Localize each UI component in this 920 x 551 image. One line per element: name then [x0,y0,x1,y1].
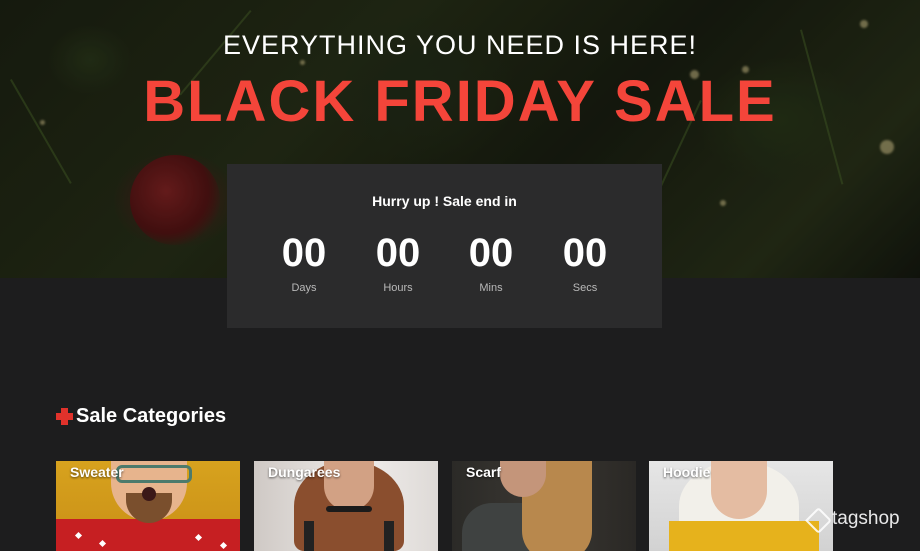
category-card-dungarees[interactable]: Dungarees [254,461,438,551]
section-heading: Sale Categories [56,402,226,430]
category-label: Scarf [466,464,502,480]
hero-tagline: EVERYTHING YOU NEED IS HERE! [222,30,698,60]
tag-icon [806,508,828,530]
countdown-panel: Hurry up ! Sale end in 00 Days 00 Hours … [227,164,662,328]
countdown-label: Secs [572,282,598,294]
plus-icon [56,407,73,425]
category-label: Hoodie [663,464,711,480]
hero-headline: BLACK FRIDAY SALE [143,69,777,134]
category-card-sweater[interactable]: Sweater [56,461,240,551]
tagshop-watermark: tagshop [806,508,900,530]
countdown-secs: 00 Secs [540,230,630,294]
category-card-scarf[interactable]: Scarf [452,461,636,551]
category-card-hoodie[interactable]: Hoodie [649,461,833,551]
watermark-text: tagshop [832,508,900,529]
countdown-value: 00 [468,231,514,275]
countdown-label: Hours [383,282,413,294]
countdown-title: Hurry up ! Sale end in [372,193,517,209]
category-label: Dungarees [268,464,341,480]
section-title: Sale Categories [76,404,227,427]
countdown-value: 00 [562,231,608,275]
countdown-mins: 00 Mins [446,230,536,294]
countdown-hours: 00 Hours [353,230,443,294]
category-label: Sweater [70,464,124,480]
countdown-label: Days [291,282,317,294]
countdown-value: 00 [375,231,421,275]
countdown-value: 00 [281,231,327,275]
countdown-label: Mins [479,282,503,294]
countdown-days: 00 Days [259,230,349,294]
